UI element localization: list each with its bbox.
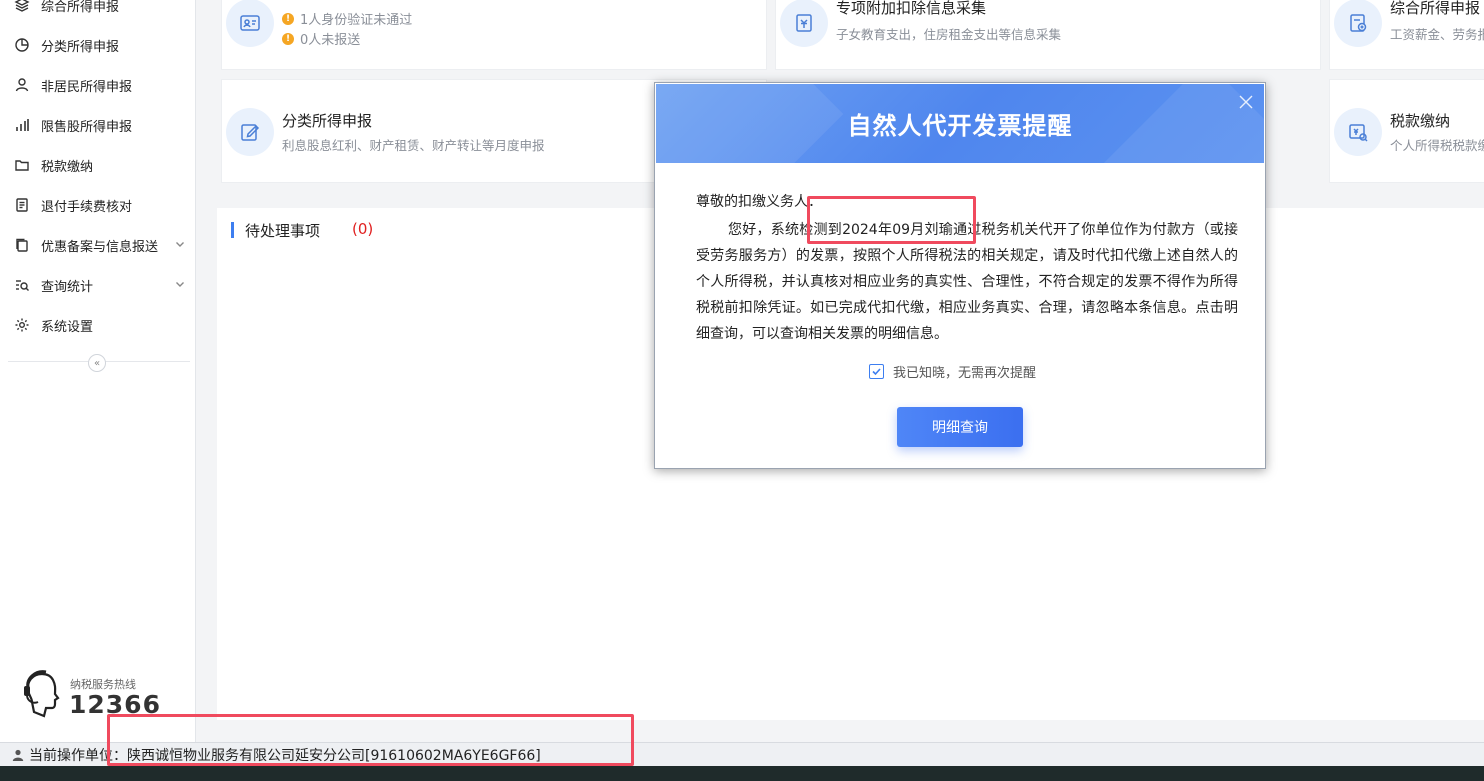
sidebar-item-label: 优惠备案与信息报送	[41, 239, 159, 255]
card-title: 分类所得申报	[282, 112, 373, 130]
invoice-reminder-dialog: 自然人代开发票提醒 尊敬的扣缴义务人： 您好，系统检测到2024年09月刘瑜通过…	[654, 82, 1266, 469]
sidebar-item-refund-fee-check[interactable]: 退付手续费核对	[0, 190, 196, 220]
card-description: 利息股息红利、财产租赁、财产转让等月度申报	[282, 138, 545, 153]
document-list-icon	[12, 195, 32, 215]
sidebar-item-label: 税款缴纳	[41, 159, 94, 175]
pie-chart-icon	[12, 35, 32, 55]
card-description: 个人所得税税款缴	[1390, 138, 1484, 153]
dialog-greeting: 尊敬的扣缴义务人：	[696, 194, 822, 210]
current-unit-text: 当前操作单位：陕西诚恒物业服务有限公司延安分公司[91610602MA6YE6G…	[29, 747, 541, 764]
edit-icon	[226, 108, 274, 156]
sidebar-item-system-settings[interactable]: 系统设置	[0, 310, 196, 340]
tax-form-icon	[780, 0, 828, 47]
sidebar-item-label: 退付手续费核对	[41, 199, 133, 215]
status-bar: 当前操作单位：陕西诚恒物业服务有限公司延安分公司[91610602MA6YE6G…	[0, 742, 1484, 766]
card-identity-check[interactable]: ! 1人身份验证未通过 ! 0人未报送	[221, 0, 767, 70]
card-description: 子女教育支出，住房租金支出等信息采集	[836, 27, 1062, 42]
dialog-title: 自然人代开发票提醒	[847, 112, 1073, 140]
folder-icon	[12, 155, 32, 175]
sidebar-item-restricted-stock[interactable]: 限售股所得申报	[0, 110, 196, 140]
headset-person-icon	[24, 670, 60, 718]
checkbox-label: 我已知晓，无需再次提醒	[893, 366, 1037, 381]
checkbox-checked-icon[interactable]	[869, 364, 884, 379]
warning-not-submitted: ! 0人未报送	[282, 29, 360, 48]
pending-items-count: (0)	[352, 220, 374, 238]
id-card-icon	[226, 0, 274, 47]
card-description: 工资薪金、劳务报	[1390, 27, 1484, 42]
dont-remind-checkbox[interactable]: 我已知晓，无需再次提醒	[869, 362, 1036, 381]
sidebar-item-query-statistics[interactable]: 查询统计	[0, 270, 196, 300]
sidebar-item-label: 系统设置	[41, 319, 94, 335]
sidebar-item-preferential-filing[interactable]: 优惠备案与信息报送	[0, 230, 196, 260]
card-comprehensive-income[interactable]: 综合所得申报 工资薪金、劳务报	[1329, 0, 1484, 70]
sidebar-item-label: 分类所得申报	[41, 39, 120, 55]
warning-icon: !	[282, 12, 294, 25]
close-icon[interactable]	[1238, 94, 1254, 110]
warning-identity-failed: ! 1人身份验证未通过	[282, 9, 412, 28]
sidebar-item-classified-income[interactable]: 分类所得申报	[0, 30, 196, 60]
sidebar-item-label: 综合所得申报	[41, 0, 120, 15]
section-accent-bar	[231, 222, 234, 238]
card-special-deduction[interactable]: 专项附加扣除信息采集 子女教育支出，住房租金支出等信息采集	[775, 0, 1321, 70]
sidebar-item-label: 限售股所得申报	[41, 119, 133, 135]
sidebar-item-comprehensive-income[interactable]: 综合所得申报	[0, 0, 196, 20]
user-icon	[12, 749, 24, 761]
sidebar: 综合所得申报 分类所得申报 非居民所得申报 限售股所得申报 税款缴纳 退付手续费…	[0, 0, 196, 742]
hotline-banner: 纳税服务热线 12366	[22, 668, 182, 724]
warning-icon: !	[282, 32, 294, 45]
collapse-sidebar-button[interactable]: «	[88, 354, 106, 372]
search-list-icon	[12, 275, 32, 295]
user-icon	[12, 75, 32, 95]
chevron-down-icon[interactable]	[174, 238, 186, 250]
sidebar-item-tax-payment[interactable]: 税款缴纳	[0, 150, 196, 180]
card-title: 专项附加扣除信息采集	[836, 0, 987, 17]
bar-chart-icon	[12, 115, 32, 135]
sidebar-item-nonresident-income[interactable]: 非居民所得申报	[0, 70, 196, 100]
card-title: 综合所得申报	[1390, 0, 1481, 17]
double-chevron-left-icon: «	[93, 357, 101, 369]
report-icon	[1334, 0, 1382, 47]
sidebar-item-label: 查询统计	[41, 279, 94, 295]
copy-icon	[12, 235, 32, 255]
layers-icon	[12, 0, 32, 15]
chevron-down-icon[interactable]	[174, 278, 186, 290]
pending-items-title: 待处理事项	[245, 222, 321, 240]
card-title: 税款缴纳	[1390, 112, 1451, 130]
card-tax-payment[interactable]: 税款缴纳 个人所得税税款缴	[1329, 79, 1484, 183]
gear-icon	[12, 315, 32, 335]
sidebar-item-label: 非居民所得申报	[41, 79, 133, 95]
payment-search-icon	[1334, 108, 1382, 156]
os-taskbar	[0, 766, 1484, 781]
detail-query-button[interactable]: 明细查询	[897, 407, 1023, 447]
dialog-header: 自然人代开发票提醒	[656, 84, 1264, 163]
dialog-body-text: 您好，系统检测到2024年09月刘瑜通过税务机关代开了你单位作为付款方（或接受劳…	[696, 222, 1238, 342]
hotline-number: 12366	[69, 690, 161, 719]
